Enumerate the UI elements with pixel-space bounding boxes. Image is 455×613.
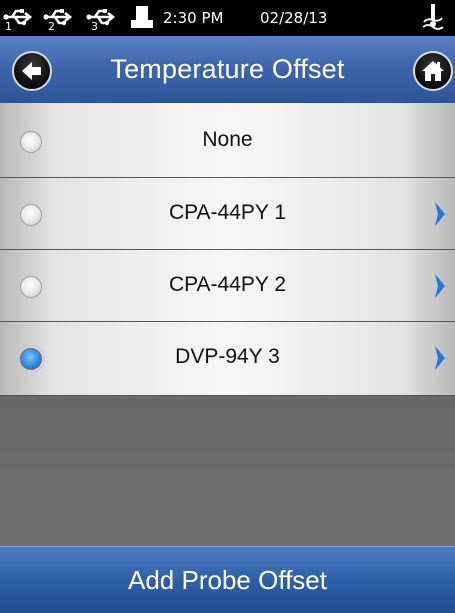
radio-button[interactable] [20, 204, 42, 226]
usb-port-number: 1 [5, 20, 12, 33]
probe-icon [422, 4, 444, 30]
usb-port-number: 3 [91, 20, 98, 33]
offset-option-list: None CPA-44PY 1 CPA-44PY 2 DVP-94Y 3 [0, 103, 455, 396]
chevron-right-icon[interactable] [432, 272, 448, 300]
option-label: DVP-94Y 3 [175, 345, 280, 368]
usb-port-number: 2 [48, 20, 55, 33]
option-row-dvp-94y-3[interactable]: DVP-94Y 3 [0, 322, 455, 396]
chevron-right-icon[interactable] [432, 344, 448, 372]
status-date: 02/28/13 [260, 9, 328, 27]
radio-button-selected[interactable] [17, 345, 45, 373]
radio-button[interactable] [20, 276, 42, 298]
add-probe-offset-button[interactable]: Add Probe Offset [0, 546, 455, 613]
status-time: 2:30 PM [163, 9, 224, 27]
option-label: None [202, 128, 253, 151]
status-bar: 1 2 3 2:30 PM 02/28/13 [0, 0, 455, 36]
option-label: CPA-44PY 2 [168, 273, 287, 296]
printer-icon [131, 6, 153, 28]
add-probe-offset-label: Add Probe Offset [128, 565, 327, 595]
home-button[interactable] [413, 51, 453, 91]
radio-button[interactable] [20, 131, 42, 153]
option-row-cpa-44py-1[interactable]: CPA-44PY 1 [0, 178, 455, 250]
chevron-right-icon[interactable] [432, 200, 448, 228]
home-icon [422, 61, 444, 81]
page-title: Temperature Offset [110, 54, 345, 84]
empty-list-area [0, 396, 455, 546]
title-bar: Temperature Offset [0, 36, 455, 103]
option-row-none[interactable]: None [0, 103, 455, 178]
device-screen: 1 2 3 2:30 PM 02/28/13 Temperature Offse… [0, 0, 455, 613]
option-row-cpa-44py-2[interactable]: CPA-44PY 2 [0, 250, 455, 322]
option-label: CPA-44PY 1 [168, 201, 287, 224]
